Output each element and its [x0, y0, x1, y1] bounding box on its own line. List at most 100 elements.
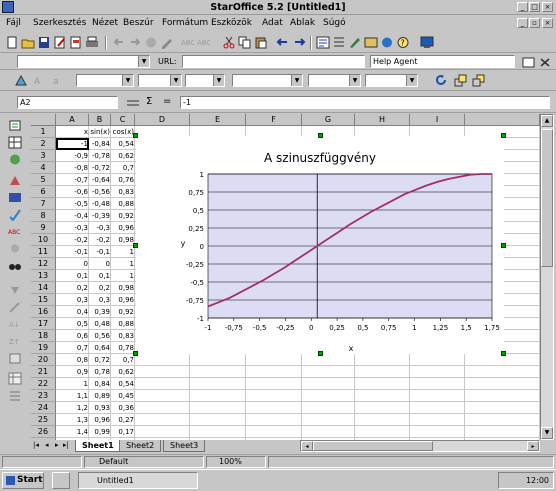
table-cell[interactable]: 0,6 — [56, 330, 89, 342]
desktop-icon[interactable] — [420, 36, 434, 49]
cut-icon[interactable] — [222, 36, 236, 49]
table-cell[interactable]: 0,2 — [89, 282, 111, 294]
row-header[interactable]: 19 — [31, 342, 56, 354]
table-cell[interactable]: -0,3 — [89, 222, 111, 234]
paste-icon[interactable] — [254, 36, 268, 49]
help-agent-close-icon[interactable] — [538, 56, 552, 69]
table-cell[interactable]: cos(x) — [111, 126, 135, 138]
table-cell[interactable]: 0,88 — [111, 318, 135, 330]
row-header[interactable]: 18 — [31, 330, 56, 342]
select-all-corner[interactable] — [31, 114, 56, 126]
table-cell[interactable]: 0,8 — [56, 354, 89, 366]
selection-handle[interactable] — [133, 351, 138, 356]
table-cell[interactable]: 0,17 — [111, 426, 135, 438]
row-header[interactable]: 4 — [31, 162, 56, 174]
table-cell[interactable]: 0,93 — [89, 402, 111, 414]
column-header[interactable]: A — [56, 114, 89, 126]
row-header[interactable]: 11 — [31, 246, 56, 258]
stop-icon[interactable] — [144, 36, 158, 49]
menu-help[interactable]: Súgó — [323, 18, 346, 28]
row-header[interactable]: 16 — [31, 306, 56, 318]
table-cell[interactable]: 1,2 — [56, 402, 89, 414]
table-cell[interactable]: 1 — [111, 270, 135, 282]
sheet-tab-3[interactable]: Sheet3 — [163, 440, 206, 452]
menu-edit[interactable]: Szerkesztés — [33, 18, 86, 28]
minimize-button[interactable]: _ — [517, 2, 528, 12]
table-cell[interactable]: 0 — [56, 258, 89, 270]
cell-reference-box[interactable]: A2 — [17, 96, 118, 109]
scroll-down-arrow[interactable]: ▼ — [541, 427, 553, 439]
row-header[interactable]: 1 — [31, 126, 56, 138]
formula-input[interactable]: -1 — [180, 96, 550, 109]
table-cell[interactable]: 0,1 — [89, 270, 111, 282]
table-cell[interactable]: -0,7 — [56, 174, 89, 186]
table-cell[interactable]: 0,96 — [89, 414, 111, 426]
table-cell[interactable]: 0,9 — [56, 366, 89, 378]
table-cell[interactable]: 0,3 — [89, 294, 111, 306]
edit-icon[interactable] — [160, 36, 174, 49]
table-cell[interactable]: 0,45 — [111, 390, 135, 402]
prev-sheet-arrow-icon[interactable]: ◂ — [45, 441, 49, 449]
table-cell[interactable]: 0,96 — [111, 222, 135, 234]
menu-data[interactable]: Adat — [262, 18, 283, 28]
start-button[interactable]: Start — [2, 472, 44, 489]
table-cell[interactable]: 0,54 — [111, 378, 135, 390]
function-button[interactable]: = — [163, 96, 171, 107]
bring-to-front-icon[interactable] — [454, 74, 468, 87]
function-autopilot-icon[interactable] — [126, 97, 140, 110]
table-cell[interactable]: 1,1 — [56, 390, 89, 402]
insert-chart-icon[interactable]: Z↑ — [8, 335, 22, 348]
next-sheet-arrow-icon[interactable]: ▸ — [55, 441, 59, 449]
line-width-dropdown[interactable]: ▼ — [308, 74, 361, 87]
doc-restore-button[interactable]: ▫ — [529, 18, 540, 28]
table-cell[interactable]: 0,2 — [56, 282, 89, 294]
area-style-dropdown[interactable]: ▼ — [365, 74, 418, 87]
chart-object[interactable]: A szinuszfüggvény 1 0,75 0,5 0,25 0 -0,25 -0,5… — [136, 136, 504, 354]
table-cell[interactable]: 0,1 — [56, 270, 89, 282]
table-cell[interactable]: -0,72 — [89, 162, 111, 174]
autospellcheck-icon[interactable] — [8, 208, 22, 221]
selection-handle[interactable] — [501, 243, 506, 248]
table-cell[interactable]: -0,3 — [56, 222, 89, 234]
row-header[interactable]: 22 — [31, 378, 56, 390]
table-cell[interactable]: 0,7 — [111, 354, 135, 366]
column-header[interactable]: D — [135, 114, 190, 126]
table-cell[interactable]: 0,62 — [111, 150, 135, 162]
row-header[interactable]: 26 — [31, 426, 56, 438]
table-cell[interactable]: 0,5 — [56, 318, 89, 330]
table-cell[interactable]: 1 — [56, 378, 89, 390]
row-header[interactable]: 21 — [31, 366, 56, 378]
selection-handle[interactable] — [501, 351, 506, 356]
font-color-icon[interactable]: A — [32, 74, 46, 87]
font-size-icon[interactable]: a — [52, 74, 66, 87]
rotate-icon[interactable] — [434, 74, 448, 87]
beamer-icon[interactable] — [380, 36, 394, 49]
back-arrow-icon[interactable] — [112, 36, 126, 49]
table-cell[interactable]: 0,83 — [111, 330, 135, 342]
selection-handle[interactable] — [501, 133, 506, 138]
table-cell[interactable]: -0,2 — [89, 234, 111, 246]
forward-arrow-icon[interactable] — [128, 36, 142, 49]
table-cell[interactable]: 0,7 — [56, 342, 89, 354]
row-header[interactable]: 10 — [31, 234, 56, 246]
close-button[interactable]: × — [542, 2, 553, 12]
help-agent-field[interactable]: Help Agent — [370, 55, 515, 68]
row-header[interactable]: 23 — [31, 390, 56, 402]
sort-ascending-icon[interactable] — [8, 284, 22, 297]
selection-handle[interactable] — [133, 133, 138, 138]
row-header[interactable]: 2 — [31, 138, 56, 150]
column-header[interactable]: E — [190, 114, 246, 126]
insert-icon[interactable] — [8, 119, 22, 132]
spellcheck-icon[interactable]: ABC — [180, 36, 194, 49]
table-cell[interactable]: 1 — [111, 246, 135, 258]
menu-insert[interactable]: Beszúr — [123, 18, 154, 28]
last-sheet-arrow-icon[interactable]: ▸| — [63, 441, 69, 449]
sum-button[interactable]: Σ — [146, 96, 152, 107]
hyperlink-dialog-icon[interactable] — [316, 36, 330, 49]
table-cell[interactable]: 0,89 — [89, 390, 111, 402]
table-cell[interactable]: -0,9 — [56, 150, 89, 162]
table-cell[interactable]: 0,92 — [111, 210, 135, 222]
first-sheet-arrow-icon[interactable]: |◂ — [33, 441, 39, 449]
table-cell[interactable]: 0,39 — [89, 306, 111, 318]
doc-close-button[interactable]: × — [542, 18, 553, 28]
